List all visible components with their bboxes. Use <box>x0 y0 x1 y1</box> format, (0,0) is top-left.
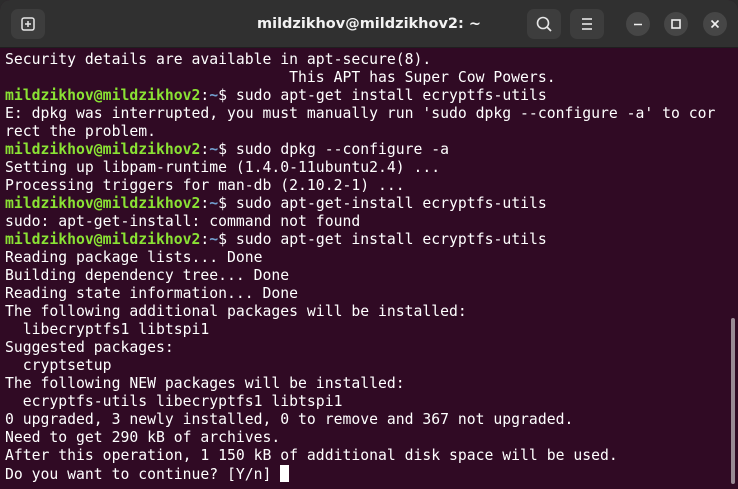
output-text: sudo: apt-get-install: command not found <box>5 213 361 230</box>
output-text: The following NEW packages will be insta… <box>5 375 405 392</box>
output-line: Need to get 290 kB of archives. <box>5 429 738 447</box>
output-line: rect the problem. <box>5 123 738 141</box>
text-cursor <box>280 465 290 482</box>
maximize-icon <box>671 19 681 29</box>
prompt-user: mildzikhov@mildzikhov2 <box>5 231 201 248</box>
output-text: Setting up libpam-runtime (1.4.0-11ubunt… <box>5 159 441 176</box>
output-text: Building dependency tree... Done <box>5 267 290 284</box>
output-line: The following additional packages will b… <box>5 303 738 321</box>
maximize-button[interactable] <box>664 12 688 36</box>
prompt-path: ~ <box>209 87 219 104</box>
search-icon <box>536 16 552 32</box>
output-line: Reading state information... Done <box>5 285 738 303</box>
output-text: ecryptfs-utils libecryptfs1 libtspi1 <box>5 393 343 410</box>
output-text: 0 upgraded, 3 newly installed, 0 to remo… <box>5 411 574 428</box>
command-text: sudo apt-get-install ecryptfs-utils <box>235 195 547 212</box>
output-text: This APT has Super Cow Powers. <box>5 69 556 86</box>
output-text: Need to get 290 kB of archives. <box>5 429 281 446</box>
hamburger-menu-icon <box>582 18 592 30</box>
output-text: The following additional packages will b… <box>5 303 467 320</box>
output-line: Security details are available in apt-se… <box>5 51 738 69</box>
prompt-separator: : <box>200 195 210 212</box>
output-line: sudo: apt-get-install: command not found <box>5 213 738 231</box>
prompt-path: ~ <box>209 141 219 158</box>
output-line: The following NEW packages will be insta… <box>5 375 738 393</box>
close-icon <box>710 19 720 29</box>
title-bar[interactable]: mildzikhov@mildzikhov2: ~ <box>0 0 738 48</box>
prompt-separator: : <box>200 87 210 104</box>
menu-button[interactable] <box>570 9 604 39</box>
output-text: libecryptfs1 libtspi1 <box>5 321 210 338</box>
output-line: After this operation, 1 150 kB of additi… <box>5 447 738 465</box>
output-line: Building dependency tree... Done <box>5 267 738 285</box>
output-line: 0 upgraded, 3 newly installed, 0 to remo… <box>5 411 738 429</box>
close-button[interactable] <box>703 12 727 36</box>
output-text: Suggested packages: <box>5 339 174 356</box>
scrollbar[interactable] <box>731 318 735 484</box>
prompt-suffix: $ <box>218 195 236 212</box>
output-text: After this operation, 1 150 kB of additi… <box>5 447 618 464</box>
output-line: This APT has Super Cow Powers. <box>5 69 738 87</box>
terminal-output[interactable]: Security details are available in apt-se… <box>0 49 738 489</box>
prompt-separator: : <box>200 231 210 248</box>
prompt-path: ~ <box>209 195 219 212</box>
output-line: Reading package lists... Done <box>5 249 738 267</box>
minimize-icon <box>634 23 642 26</box>
output-line: Processing triggers for man-db (2.10.2-1… <box>5 177 738 195</box>
prompt-suffix: $ <box>218 87 236 104</box>
command-line: mildzikhov@mildzikhov2:~$ sudo apt-get-i… <box>5 195 738 213</box>
output-line: libecryptfs1 libtspi1 <box>5 321 738 339</box>
output-line: ecryptfs-utils libecryptfs1 libtspi1 <box>5 393 738 411</box>
command-text: sudo apt-get install ecryptfs-utils <box>235 231 547 248</box>
prompt-suffix: $ <box>218 231 236 248</box>
prompt-user: mildzikhov@mildzikhov2 <box>5 195 201 212</box>
prompt-user: mildzikhov@mildzikhov2 <box>5 141 201 158</box>
output-line: Do you want to continue? [Y/n] <box>5 465 738 483</box>
output-line: Setting up libpam-runtime (1.4.0-11ubunt… <box>5 159 738 177</box>
output-text: cryptsetup <box>5 357 112 374</box>
output-text: Security details are available in apt-se… <box>5 51 432 68</box>
command-line: mildzikhov@mildzikhov2:~$ sudo apt-get i… <box>5 231 738 249</box>
command-text: sudo dpkg --configure -a <box>235 141 450 158</box>
command-line: mildzikhov@mildzikhov2:~$ sudo dpkg --co… <box>5 141 738 159</box>
output-text: Reading package lists... Done <box>5 249 263 266</box>
output-text: Reading state information... Done <box>5 285 299 302</box>
input-prompt-text: Do you want to continue? [Y/n] <box>5 466 281 483</box>
command-line: mildzikhov@mildzikhov2:~$ sudo apt-get i… <box>5 87 738 105</box>
output-line: cryptsetup <box>5 357 738 375</box>
output-text: Processing triggers for man-db (2.10.2-1… <box>5 177 405 194</box>
prompt-separator: : <box>200 141 210 158</box>
output-line: Suggested packages: <box>5 339 738 357</box>
terminal-window: mildzikhov@mildzikhov2: ~ Security detai… <box>0 0 738 489</box>
prompt-user: mildzikhov@mildzikhov2 <box>5 87 201 104</box>
output-text: E: dpkg was interrupted, you must manual… <box>5 105 716 122</box>
command-text: sudo apt-get install ecryptfs-utils <box>235 87 547 104</box>
search-button[interactable] <box>527 9 561 39</box>
prompt-path: ~ <box>209 231 219 248</box>
output-text: rect the problem. <box>5 123 156 140</box>
minimize-button[interactable] <box>626 12 650 36</box>
prompt-suffix: $ <box>218 141 236 158</box>
output-line: E: dpkg was interrupted, you must manual… <box>5 105 738 123</box>
